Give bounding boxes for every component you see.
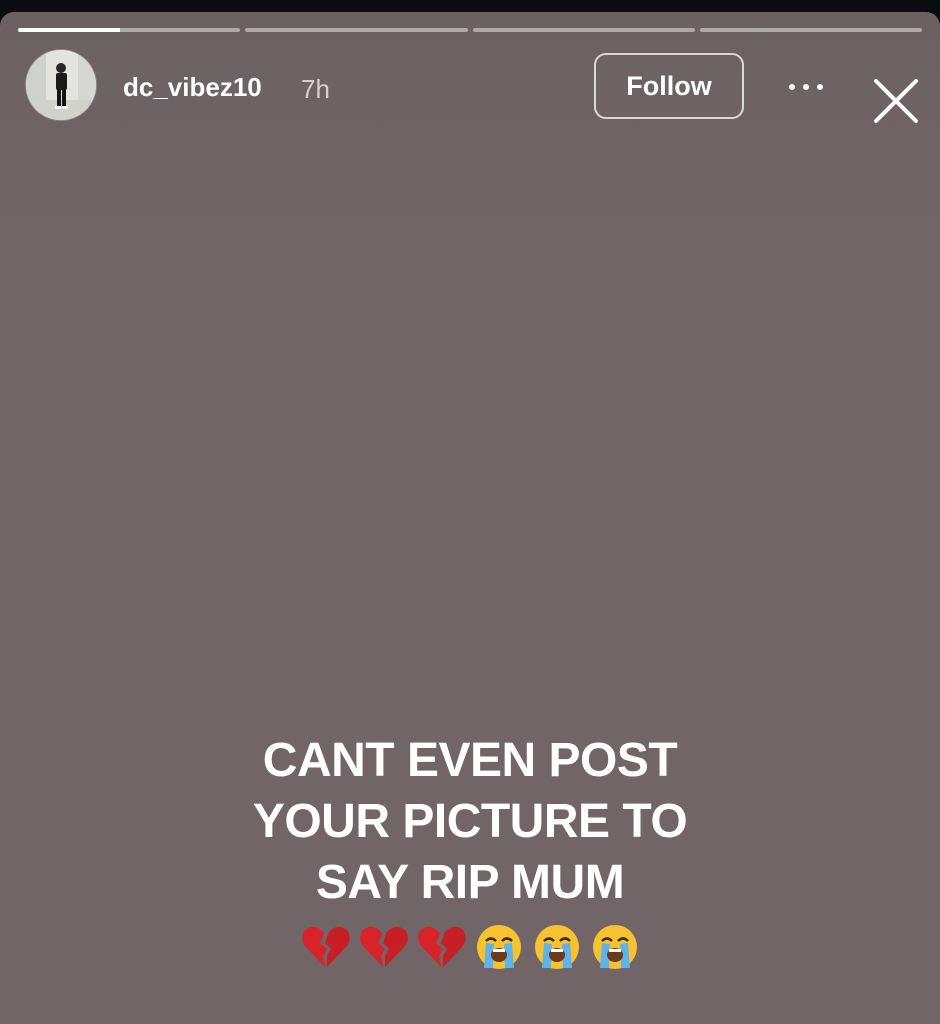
loudly-crying-face-emoji: 😭: [532, 922, 582, 972]
username[interactable]: dc_vibez10: [123, 72, 262, 103]
broken-heart-emoji: 💔: [416, 922, 466, 972]
follow-button[interactable]: Follow: [594, 53, 744, 119]
more-options-button[interactable]: [781, 72, 831, 102]
progress-fill: [18, 28, 121, 32]
story-progress-bar: [18, 28, 922, 32]
close-button[interactable]: [868, 73, 924, 129]
progress-segment: [18, 28, 241, 32]
broken-heart-emoji: 💔: [358, 922, 408, 972]
post-time: 7h: [301, 74, 330, 104]
caption-line: YOUR PICTURE TO: [252, 795, 688, 848]
progress-segment: [699, 28, 922, 32]
more-horizontal-icon: [789, 84, 823, 90]
loudly-crying-face-emoji: 😭: [590, 922, 640, 972]
caption-line: CANT EVEN POST: [262, 734, 678, 787]
loudly-crying-face-emoji: 😭: [474, 922, 524, 972]
close-icon: [874, 79, 918, 123]
caption-line: SAY RIP MUM: [315, 856, 625, 909]
progress-segment: [245, 28, 468, 32]
broken-heart-emoji: 💔: [300, 922, 350, 972]
story-header: dc_vibez10 7h Follow: [26, 50, 926, 123]
story-viewer[interactable]: dc_vibez10 7h Follow CANT EVEN POST YOUR…: [0, 12, 940, 1024]
progress-segment: [472, 28, 695, 32]
avatar[interactable]: [26, 50, 96, 120]
story-caption: CANT EVEN POST YOUR PICTURE TO SAY RIP M…: [0, 730, 940, 913]
profile-photo-avatar: [26, 50, 96, 120]
caption-emojis: 💔 💔 💔 😭: [0, 922, 940, 972]
